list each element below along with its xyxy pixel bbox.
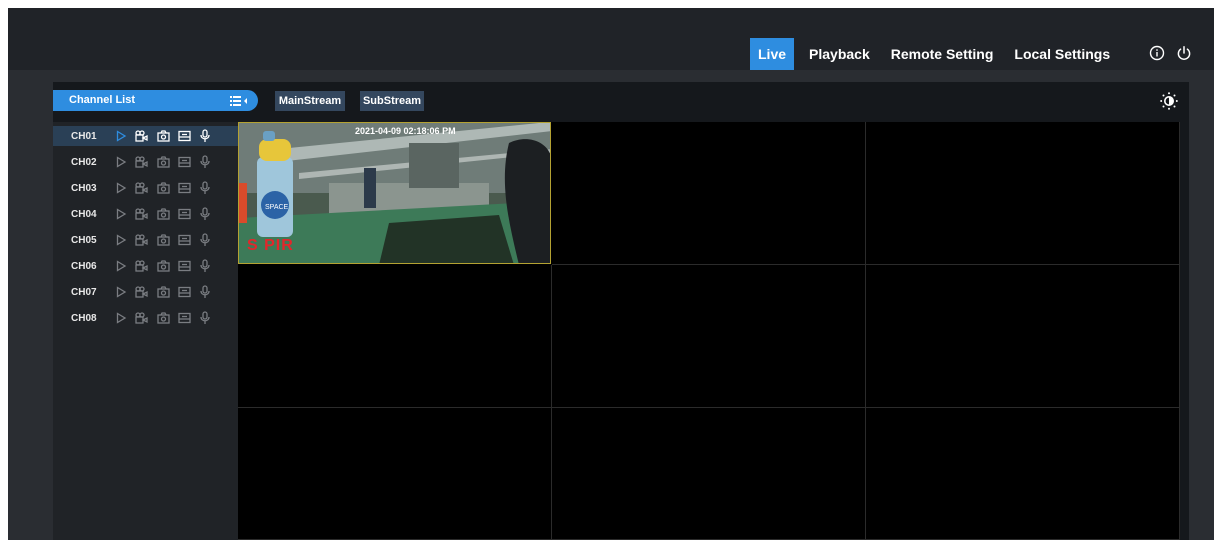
playback-icon[interactable] — [174, 232, 194, 248]
video-cell-3[interactable] — [866, 122, 1180, 265]
main-stream-button[interactable]: MainStream — [275, 91, 345, 111]
list-toggle-icon[interactable] — [226, 93, 252, 108]
nav-live[interactable]: Live — [750, 38, 795, 70]
play-icon[interactable] — [111, 232, 131, 248]
channel-label: CH06 — [71, 260, 97, 272]
playback-icon[interactable] — [174, 206, 194, 222]
channel-row-ch01[interactable]: CH01 — [53, 126, 238, 146]
channel-list-header: Channel List — [53, 90, 258, 111]
record-icon[interactable] — [132, 206, 152, 222]
channel-row-ch07[interactable]: CH07 — [53, 282, 238, 302]
playback-icon[interactable] — [174, 180, 194, 196]
video-cell-9[interactable] — [866, 408, 1180, 540]
nav-playback[interactable]: Playback — [801, 38, 878, 70]
camera-feed-ch01[interactable]: SPACE 2021-04-09 02:18:06 PM S PIR — [238, 122, 551, 264]
channel-row-ch06[interactable]: CH06 — [53, 256, 238, 276]
microphone-icon[interactable] — [195, 180, 215, 196]
playback-icon[interactable] — [174, 310, 194, 326]
power-icon[interactable] — [1174, 43, 1194, 63]
snapshot-icon[interactable] — [153, 310, 173, 326]
video-cell-7[interactable] — [238, 408, 552, 540]
channel-list-title: Channel List — [69, 94, 136, 106]
snapshot-icon[interactable] — [153, 232, 173, 248]
video-cell-8[interactable] — [552, 408, 866, 540]
playback-icon[interactable] — [174, 154, 194, 170]
microphone-icon[interactable] — [195, 258, 215, 274]
channel-list: CH01 CH02 CH03 CH04 CH05 CH06 CH07 CH08 — [53, 122, 238, 540]
playback-icon[interactable] — [174, 284, 194, 300]
play-icon[interactable] — [111, 154, 131, 170]
snapshot-icon[interactable] — [153, 128, 173, 144]
play-icon[interactable] — [111, 310, 131, 326]
top-bar: Live Playback Remote Setting Local Setti… — [8, 8, 1214, 70]
play-icon[interactable] — [111, 128, 131, 144]
sub-stream-button[interactable]: SubStream — [360, 91, 424, 111]
channel-label: CH04 — [71, 208, 97, 220]
playback-icon[interactable] — [174, 258, 194, 274]
record-icon[interactable] — [132, 232, 152, 248]
channel-label: CH03 — [71, 182, 97, 194]
info-icon[interactable] — [1147, 43, 1167, 63]
channel-label: CH02 — [71, 156, 97, 168]
playback-icon[interactable] — [174, 128, 194, 144]
microphone-icon[interactable] — [195, 284, 215, 300]
channel-row-ch08[interactable]: CH08 — [53, 308, 238, 328]
record-icon[interactable] — [132, 128, 152, 144]
live-view-panel: Channel List MainStream SubStream CH01 CH… — [53, 82, 1189, 540]
channel-label: CH08 — [71, 312, 97, 324]
record-icon[interactable] — [132, 310, 152, 326]
play-icon[interactable] — [111, 206, 131, 222]
microphone-icon[interactable] — [195, 154, 215, 170]
channel-row-ch03[interactable]: CH03 — [53, 178, 238, 198]
snapshot-icon[interactable] — [153, 258, 173, 274]
play-icon[interactable] — [111, 180, 131, 196]
snapshot-icon[interactable] — [153, 180, 173, 196]
microphone-icon[interactable] — [195, 128, 215, 144]
snapshot-icon[interactable] — [153, 206, 173, 222]
snapshot-icon[interactable] — [153, 284, 173, 300]
camera-timestamp: 2021-04-09 02:18:06 PM — [355, 126, 456, 136]
video-grid: SPACE 2021-04-09 02:18:06 PM S PIR — [238, 122, 1180, 540]
record-icon[interactable] — [132, 180, 152, 196]
pir-overlay: S PIR — [247, 237, 294, 254]
video-cell-6[interactable] — [866, 265, 1180, 408]
app-window: Live Playback Remote Setting Local Setti… — [8, 8, 1214, 540]
microphone-icon[interactable] — [195, 206, 215, 222]
snapshot-icon[interactable] — [153, 154, 173, 170]
nav-local-settings[interactable]: Local Settings — [1006, 38, 1118, 70]
play-icon[interactable] — [111, 258, 131, 274]
svg-text:SPACE: SPACE — [265, 204, 289, 211]
main-nav: Live Playback Remote Setting Local Setti… — [750, 38, 1118, 70]
video-cell-2[interactable] — [552, 122, 866, 265]
record-icon[interactable] — [132, 258, 152, 274]
nav-remote-setting[interactable]: Remote Setting — [883, 38, 1002, 70]
record-icon[interactable] — [132, 284, 152, 300]
play-icon[interactable] — [111, 284, 131, 300]
channel-row-ch02[interactable]: CH02 — [53, 152, 238, 172]
microphone-icon[interactable] — [195, 310, 215, 326]
video-cell-4[interactable] — [238, 265, 552, 408]
brightness-icon[interactable] — [1159, 91, 1179, 111]
channel-label: CH07 — [71, 286, 97, 298]
microphone-icon[interactable] — [195, 232, 215, 248]
video-cell-5[interactable] — [552, 265, 866, 408]
channel-label: CH01 — [71, 130, 97, 142]
record-icon[interactable] — [132, 154, 152, 170]
channel-row-ch04[interactable]: CH04 — [53, 204, 238, 224]
channel-row-ch05[interactable]: CH05 — [53, 230, 238, 250]
channel-label: CH05 — [71, 234, 97, 246]
